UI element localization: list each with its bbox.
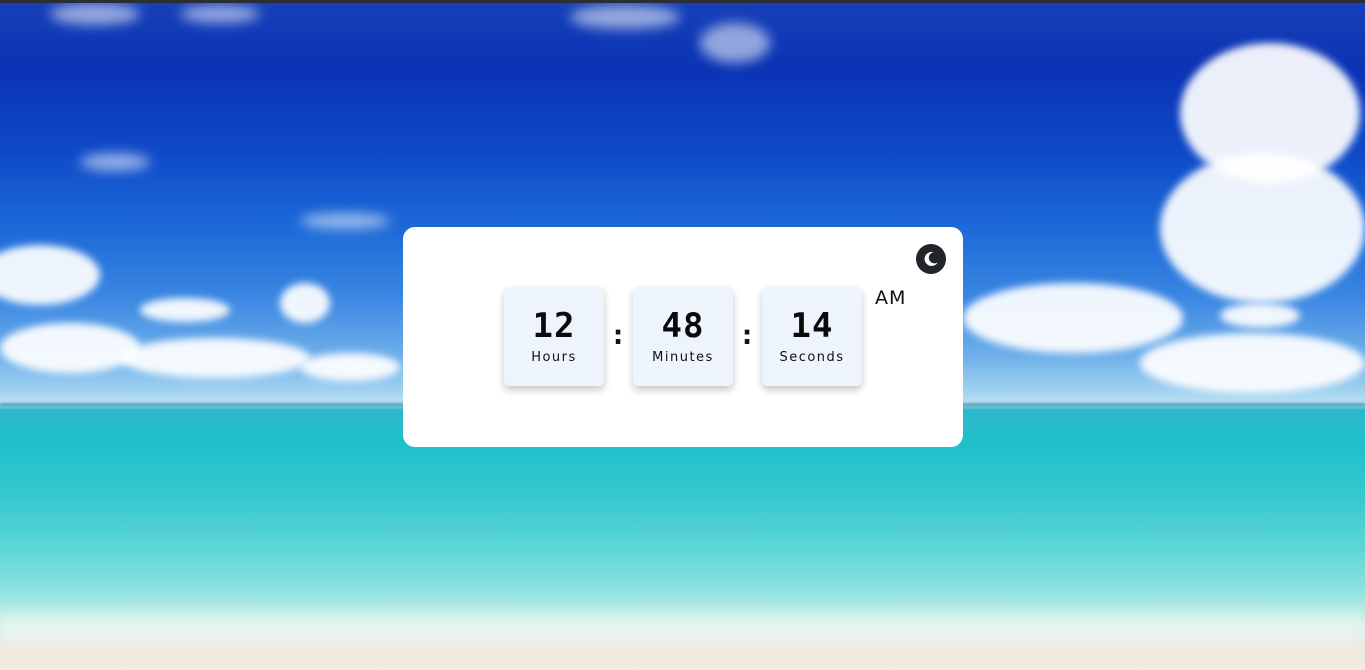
minutes-label: Minutes	[652, 350, 714, 365]
hours-value: 12	[532, 306, 576, 346]
seconds-value: 14	[790, 306, 834, 346]
colon-separator: :	[609, 318, 627, 351]
seconds-label: Seconds	[779, 350, 845, 365]
minutes-box: 48 Minutes	[633, 287, 733, 386]
am-pm-indicator: AM	[875, 287, 907, 309]
hours-label: Hours	[531, 350, 577, 365]
clock-card: 12 Hours : 48 Minutes : 14 Seconds AM	[403, 227, 963, 447]
theme-toggle-button[interactable]	[916, 244, 946, 274]
moon-icon	[924, 251, 938, 266]
colon-separator: :	[738, 318, 756, 351]
hours-box: 12 Hours	[504, 287, 604, 386]
seconds-box: 14 Seconds	[762, 287, 862, 386]
minutes-value: 48	[661, 306, 705, 346]
